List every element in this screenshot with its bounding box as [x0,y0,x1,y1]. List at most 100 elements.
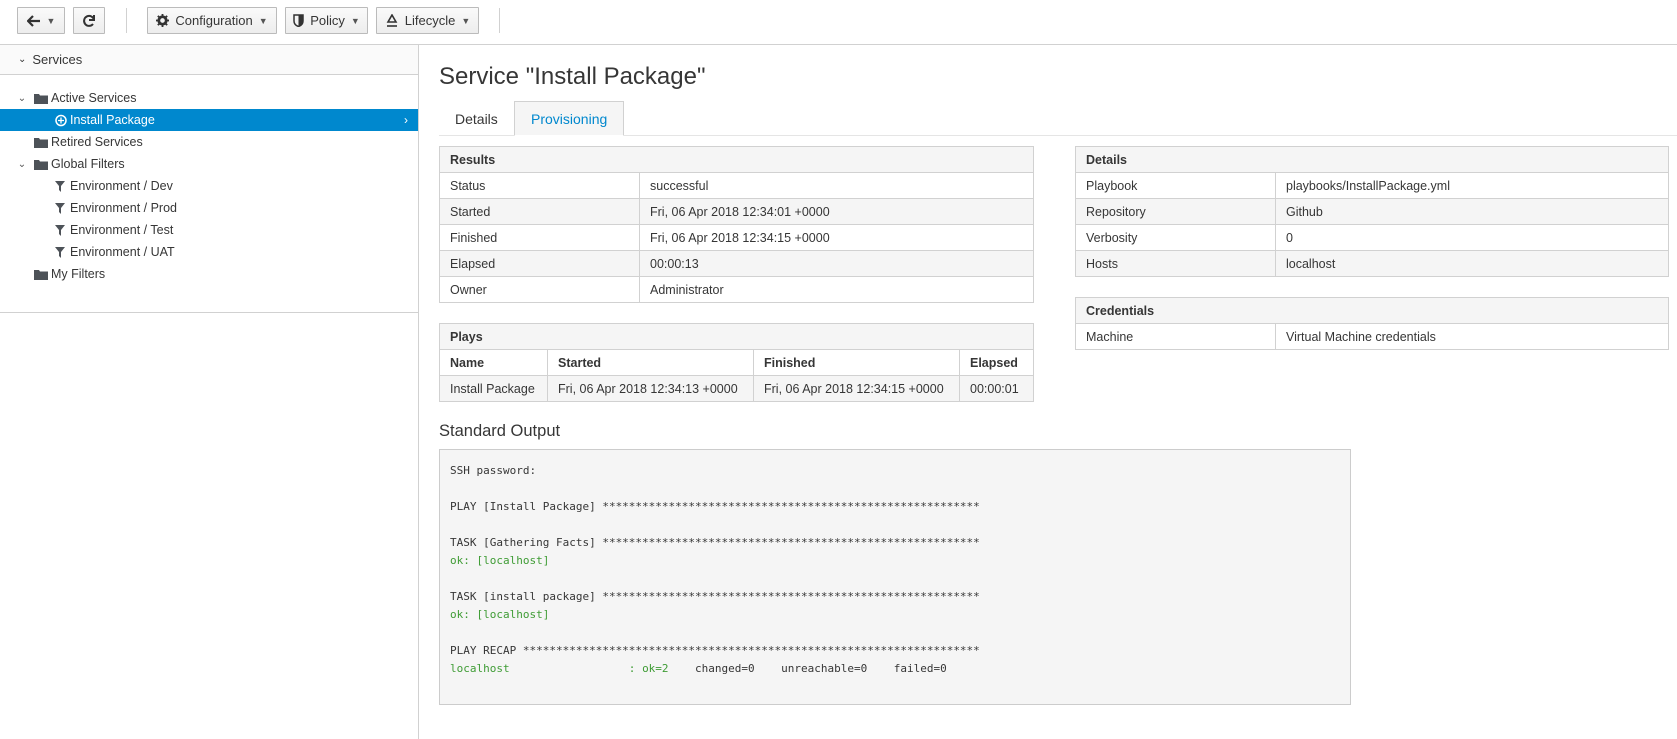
plays-table: Plays Name Started Finished Elapsed Inst… [439,323,1034,402]
lifecycle-label: Lifecycle [404,13,456,28]
column-header: Name [439,349,548,376]
page-title: Service "Install Package" [439,63,706,90]
output-blank [450,570,1340,588]
row-label: Owner [439,276,640,303]
row-label: Playbook [1075,172,1276,199]
chevron-down-icon: ▼ [258,15,268,26]
row-label: Elapsed [439,250,640,277]
output-line: TASK [Gathering Facts] *****************… [450,536,980,549]
lifecycle-button[interactable]: Lifecycle ▼ [376,7,479,34]
filter-icon [55,224,65,236]
filter-icon [55,180,65,192]
toolbar-separator [126,8,127,33]
output-line: TASK [install package] *****************… [450,590,980,603]
tree-node-active-services[interactable]: ⌄ Active Services [0,87,418,109]
row-value: 0 [1275,224,1669,251]
folder-icon [34,93,48,104]
tab-details[interactable]: Details [439,101,514,136]
tab-bar: Details Provisioning [439,101,1677,136]
output-blank [450,480,1340,498]
tree-label: Environment / Test [70,223,174,237]
accordion-title: Services [32,52,83,67]
tree-node-env-dev[interactable]: Environment / Dev [0,175,418,197]
chevron-down-icon[interactable]: ⌄ [17,159,27,170]
output-line-ok: ok: [localhost] [450,554,550,567]
recap-host: localhost : [450,662,643,675]
table-caption: Credentials [1075,297,1669,324]
filter-icon [55,202,65,214]
row-label: Repository [1075,198,1276,225]
folder-icon [34,137,48,148]
tree-label: Global Filters [51,157,125,171]
output-recap-line: localhost : ok=2 changed=0 unreachable=0… [450,660,1340,678]
credentials-table: Credentials Machine Virtual Machine crede… [1075,297,1669,350]
chevron-down-icon: ▼ [350,15,360,26]
cell-elapsed: 00:00:01 [959,375,1034,402]
output-line: SSH password: [450,464,537,477]
chevron-down-icon: ▼ [46,15,56,26]
row-label: Machine [1075,323,1276,350]
configuration-button[interactable]: Configuration ▼ [147,7,277,34]
row-label: Started [439,198,640,225]
policy-label: Policy [310,13,345,28]
row-label: Finished [439,224,640,251]
tree-node-my-filters[interactable]: My Filters [0,263,418,285]
shield-icon [293,14,304,27]
row-value: Fri, 06 Apr 2018 12:34:01 +0000 [639,198,1034,225]
row-label: Status [439,172,640,199]
tree-label: Environment / Prod [70,201,177,215]
table-caption: Details [1075,146,1669,173]
output-line: PLAY RECAP *****************************… [450,644,980,657]
row-value: Fri, 06 Apr 2018 12:34:15 +0000 [639,224,1034,251]
standard-output-title: Standard Output [439,422,561,440]
output-line-ok: ok: [localhost] [450,608,550,621]
tree-label: Environment / UAT [70,245,175,259]
recap-rest: changed=0 unreachable=0 failed=0 [668,662,947,675]
row-value: Administrator [639,276,1034,303]
output-blank [450,624,1340,642]
row-value: successful [639,172,1034,199]
gear-icon [156,14,170,27]
arrow-left-icon [26,14,41,27]
recap-ok: ok=2 [642,662,669,675]
tree-node-env-prod[interactable]: Environment / Prod [0,197,418,219]
chevron-down-icon: ⌄ [18,54,27,65]
tab-provisioning[interactable]: Provisioning [514,101,625,136]
tree-label: Install Package [70,113,155,127]
service-icon [54,114,68,127]
cell-started: Fri, 06 Apr 2018 12:34:13 +0000 [547,375,754,402]
tree-node-env-test[interactable]: Environment / Test [0,219,418,241]
row-label: Hosts [1075,250,1276,277]
output-line: PLAY [Install Package] *****************… [450,500,980,513]
tree-node-retired-services[interactable]: Retired Services [0,131,418,153]
tree-node-global-filters[interactable]: ⌄ Global Filters [0,153,418,175]
sidebar-divider [0,312,418,313]
chevron-down-icon: ▼ [461,15,471,26]
column-header: Finished [753,349,960,376]
folder-icon [34,159,48,170]
cell-name: Install Package [439,375,548,402]
policy-button[interactable]: Policy ▼ [285,7,368,34]
filter-icon [55,246,65,258]
sidebar: ⌄ Services ⌄ Active Services Install Pac… [0,45,419,739]
chevron-right-icon: › [404,113,408,127]
tree-node-install-package[interactable]: Install Package › [0,109,418,131]
column-header: Elapsed [959,349,1034,376]
table-row: Install Package Fri, 06 Apr 2018 12:34:1… [439,375,1034,402]
row-label: Verbosity [1075,224,1276,251]
standard-output-box: SSH password: PLAY [Install Package] ***… [439,449,1351,705]
main-content: Service "Install Package" Details Provis… [420,45,1677,739]
back-button[interactable]: ▼ [17,7,65,34]
tree-label: Active Services [51,91,137,105]
chevron-down-icon[interactable]: ⌄ [17,93,27,104]
toolbar-separator [499,8,500,33]
row-value: Virtual Machine credentials [1275,323,1669,350]
row-value: 00:00:13 [639,250,1034,277]
tree-label: Retired Services [51,135,143,149]
reload-button[interactable] [73,7,105,34]
configuration-label: Configuration [175,13,253,28]
refresh-icon [82,14,96,28]
tree-node-env-uat[interactable]: Environment / UAT [0,241,418,263]
cell-finished: Fri, 06 Apr 2018 12:34:15 +0000 [753,375,960,402]
accordion-header-services[interactable]: ⌄ Services [0,45,418,75]
